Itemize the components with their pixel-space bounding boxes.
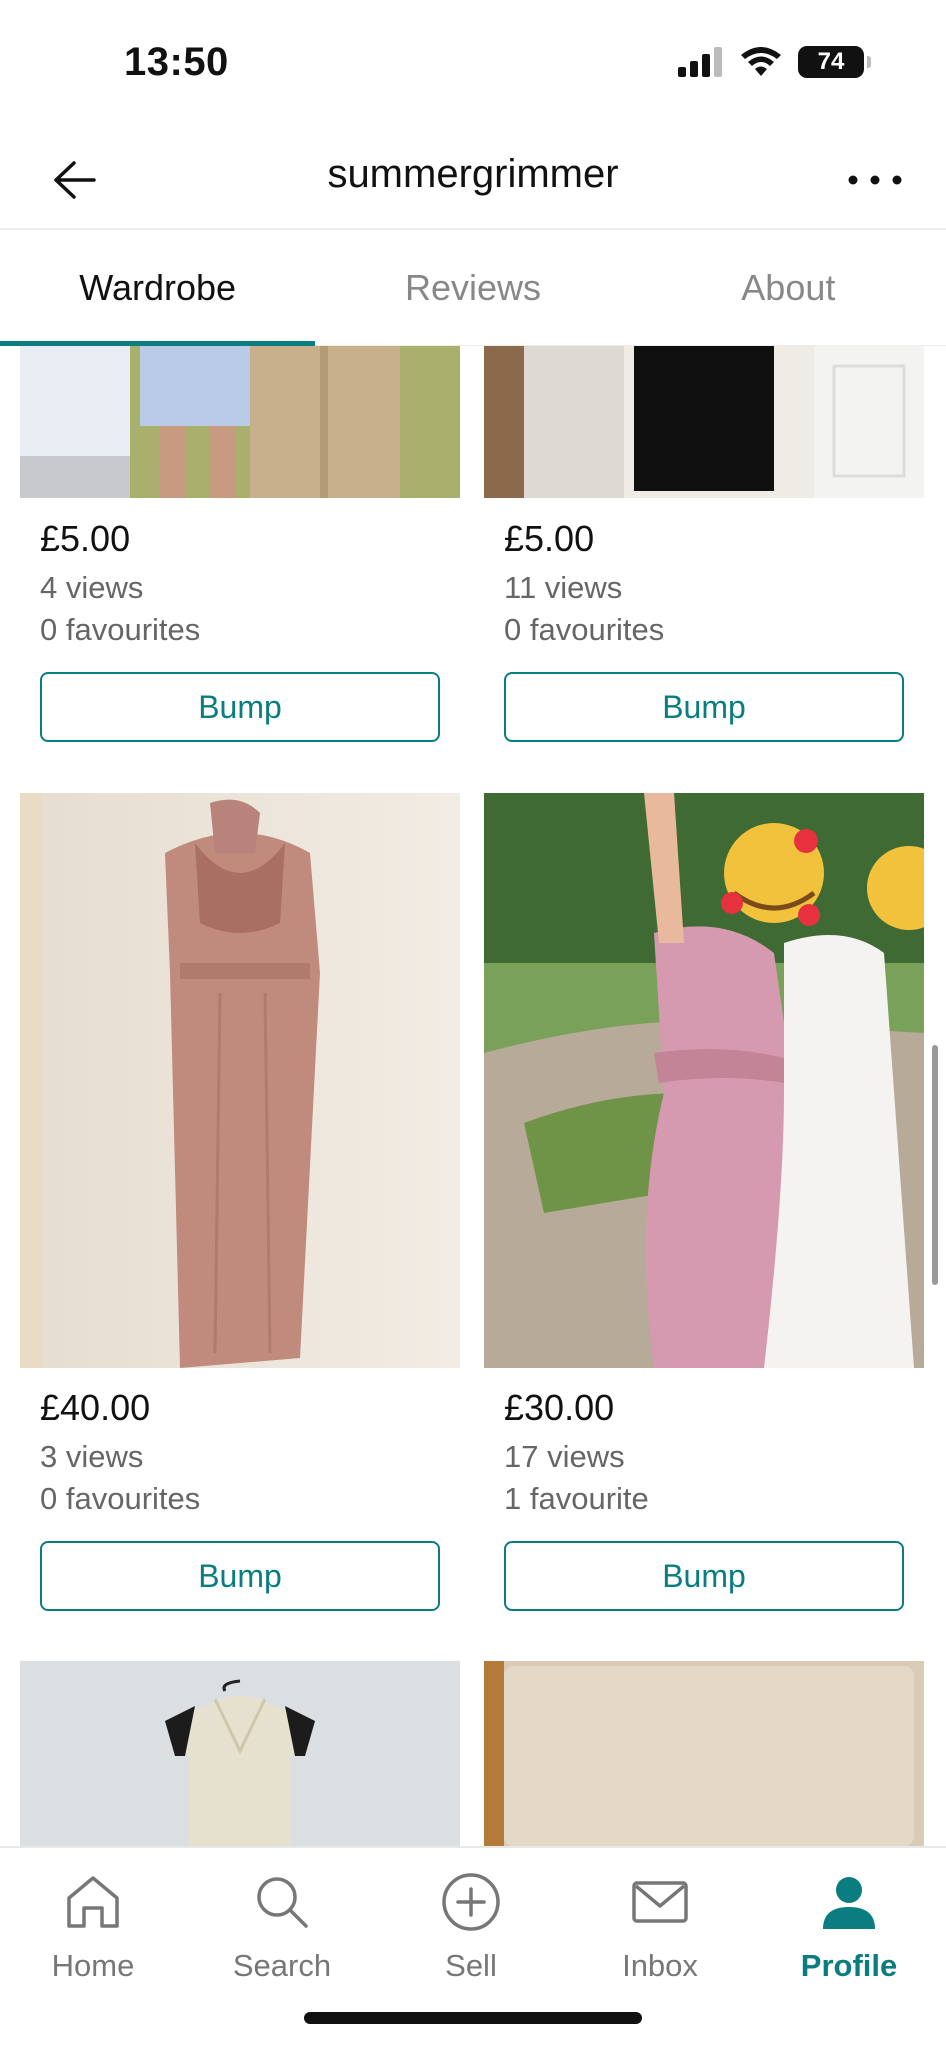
listing-price: £40.00 bbox=[40, 1387, 151, 1428]
bump-button[interactable]: Bump bbox=[504, 1541, 904, 1611]
nav-home-label: Home bbox=[51, 1948, 135, 1983]
battery-level: 74 bbox=[817, 48, 845, 75]
listing-price: £30.00 bbox=[504, 1387, 615, 1428]
profile-tabs: Wardrobe Reviews About bbox=[0, 230, 946, 346]
listing-photo[interactable] bbox=[484, 346, 924, 498]
nav-sell-label: Sell bbox=[445, 1948, 497, 1983]
nav-profile[interactable]: Profile bbox=[774, 1862, 924, 1984]
cellular-signal-icon bbox=[678, 47, 722, 77]
listing-price: £5.00 bbox=[40, 518, 131, 559]
page-title: summergrimmer bbox=[327, 152, 619, 196]
nav-search[interactable]: Search bbox=[207, 1862, 357, 1984]
nav-home[interactable]: Home bbox=[18, 1862, 168, 1984]
listing-price: £5.00 bbox=[504, 518, 595, 559]
more-options-button[interactable] bbox=[840, 150, 910, 210]
listing-card[interactable]: £5.00 4 views 0 favourites Bump bbox=[20, 346, 460, 746]
status-bar: 13:50 74 bbox=[0, 0, 946, 130]
listing-photo[interactable] bbox=[484, 793, 924, 1368]
bump-button[interactable]: Bump bbox=[504, 672, 904, 742]
status-icons: 74 bbox=[678, 46, 871, 78]
listing-card[interactable]: £5.00 11 views 0 favourites Bump bbox=[484, 346, 924, 746]
tab-wardrobe[interactable]: Wardrobe bbox=[0, 230, 316, 346]
top-header: summergrimmer bbox=[0, 130, 946, 230]
nav-search-label: Search bbox=[232, 1948, 332, 1983]
listing-card[interactable] bbox=[484, 1661, 924, 1846]
listing-views: 3 views bbox=[40, 1439, 144, 1474]
listing-photo[interactable] bbox=[20, 1661, 460, 1846]
listing-views: 17 views bbox=[504, 1439, 625, 1474]
listing-favourites: 1 favourite bbox=[504, 1481, 649, 1516]
search-icon bbox=[257, 1877, 308, 1928]
bump-button[interactable]: Bump bbox=[40, 1541, 440, 1611]
listing-photo[interactable] bbox=[484, 1661, 924, 1846]
tab-reviews[interactable]: Reviews bbox=[315, 230, 630, 345]
person-icon bbox=[823, 1877, 875, 1929]
listing-views: 11 views bbox=[504, 570, 623, 605]
tab-about[interactable]: About bbox=[631, 230, 946, 345]
listing-photo[interactable] bbox=[20, 346, 460, 498]
battery-icon: 74 bbox=[798, 46, 871, 78]
listing-favourites: 0 favourites bbox=[504, 612, 665, 647]
listing-card[interactable]: £30.00 17 views 1 favourite Bump bbox=[484, 793, 924, 1613]
nav-inbox-label: Inbox bbox=[622, 1948, 698, 1983]
bump-button[interactable]: Bump bbox=[40, 672, 440, 742]
mail-icon bbox=[632, 1881, 688, 1923]
listing-card[interactable] bbox=[20, 1661, 460, 1846]
wifi-icon bbox=[741, 47, 781, 76]
home-indicator bbox=[304, 2012, 642, 2024]
nav-inbox[interactable]: Inbox bbox=[585, 1862, 735, 1984]
listing-card[interactable]: £40.00 3 views 0 favourites Bump bbox=[20, 793, 460, 1613]
listing-photo[interactable] bbox=[20, 793, 460, 1368]
listing-views: 4 views bbox=[40, 570, 144, 605]
plus-circle-icon bbox=[442, 1873, 500, 1931]
status-time: 13:50 bbox=[124, 40, 229, 84]
nav-sell[interactable]: Sell bbox=[396, 1862, 546, 1984]
nav-profile-label: Profile bbox=[800, 1948, 898, 1983]
listing-favourites: 0 favourites bbox=[40, 612, 201, 647]
listing-favourites: 0 favourites bbox=[40, 1481, 201, 1516]
wardrobe-grid: £5.00 4 views 0 favourites Bump £5.00 11… bbox=[0, 346, 946, 1846]
more-dots-icon bbox=[848, 175, 902, 185]
scrollbar[interactable] bbox=[932, 1045, 938, 1285]
home-icon bbox=[67, 1876, 119, 1928]
